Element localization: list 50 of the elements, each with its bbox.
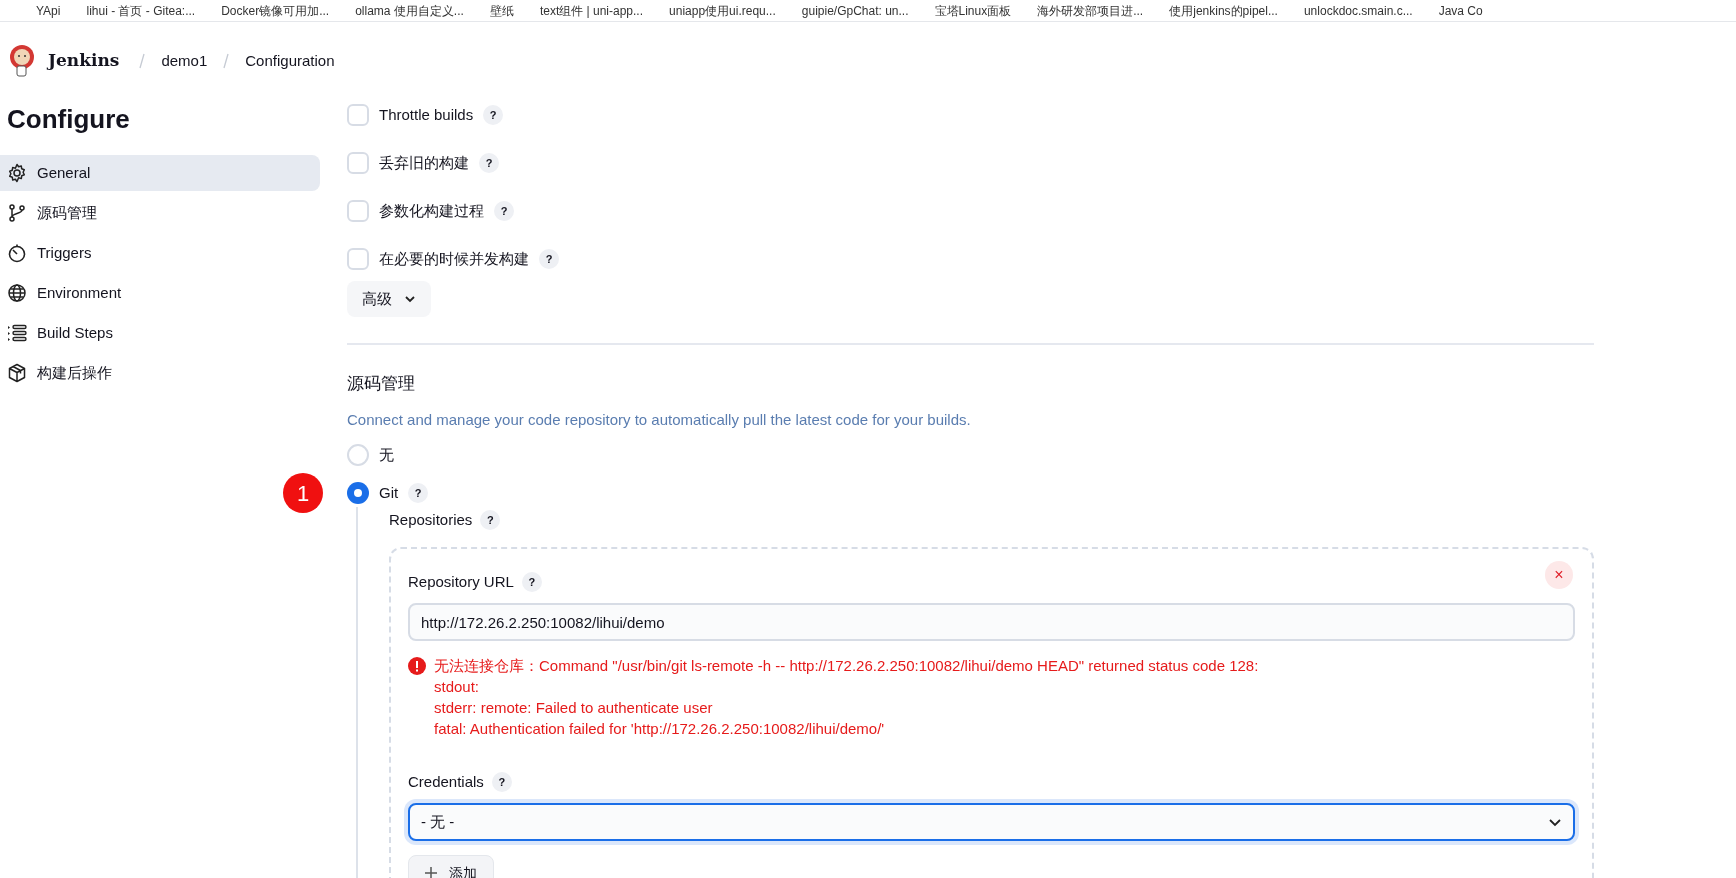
help-button[interactable]: ? xyxy=(408,483,429,503)
bookmark-link[interactable]: lihui - 首页 - Gitea:... xyxy=(86,1,196,20)
advanced-button[interactable]: 高级 xyxy=(347,281,431,317)
breadcrumb-link[interactable]: Configuration xyxy=(245,49,335,73)
checkbox-label: 在必要的时候并发构建 xyxy=(379,248,529,269)
field-label: Repository URL xyxy=(408,571,514,592)
bookmark-link[interactable]: uniapp使用ui.requ... xyxy=(669,1,776,20)
help-button[interactable]: ? xyxy=(539,249,559,269)
bookmark-link[interactable]: 壁纸 xyxy=(489,1,514,20)
bookmark-link[interactable]: 宝塔Linux面板 xyxy=(934,1,1012,20)
bookmark-link[interactable]: YApi xyxy=(36,1,61,20)
section-description: Connect and manage your code repository to automatically pull the latest code for your builds. xyxy=(347,409,972,430)
bookmark-link[interactable]: 使用jenkins的pipel... xyxy=(1169,1,1278,20)
help-button[interactable]: ? xyxy=(483,105,504,125)
help-button[interactable]: ? xyxy=(480,510,501,530)
help-button[interactable]: ? xyxy=(521,572,542,592)
bookmark-link[interactable]: 海外研发部项目进... xyxy=(1037,1,1144,20)
sidebar-item[interactable]: Triggers xyxy=(0,235,320,271)
section-title: 源码管理 xyxy=(347,373,416,395)
error-message: 无法连接仓库：Command "/usr/bin/git ls-remote -h -- http://172.26.2.250:10082/lihui/demo HEAD" returned status code 128: xyxy=(434,656,1259,676)
checkbox-label: 丢弃旧的构建 xyxy=(379,152,469,173)
step-marker: 1 xyxy=(283,473,323,513)
bookmark-link[interactable]: Java Co xyxy=(1438,1,1483,20)
bookmark-link[interactable]: ollama 使用自定义... xyxy=(355,1,464,20)
radio-label: Git xyxy=(379,482,399,503)
sidebar-item[interactable]: 构建后操作 xyxy=(0,355,320,391)
brand-link[interactable]: Jenkins xyxy=(48,48,120,74)
sidebar-item[interactable]: Build Steps xyxy=(0,315,320,351)
bookmark-link[interactable]: unlockdoc.smain.c... xyxy=(1303,1,1413,20)
error-message: fatal: Authentication failed for 'http://172.26.2.250:10082/lihui/demo/' xyxy=(434,719,886,739)
field-label: Repositories xyxy=(389,509,473,530)
close-button[interactable]: × xyxy=(1545,561,1573,589)
checkbox-label: Throttle builds xyxy=(379,104,474,125)
bookmark-link[interactable]: text组件 | uni-app... xyxy=(539,1,644,20)
breadcrumb-link[interactable]: demo1 xyxy=(161,49,208,73)
bookmark-link[interactable]: guipie/GpChat: un... xyxy=(801,1,909,20)
checkbox-label: 参数化构建过程 xyxy=(379,200,484,221)
bookmark-link[interactable]: Docker镜像可用加... xyxy=(221,1,330,20)
error-message: stdout: xyxy=(434,677,481,697)
radio-label: 无 xyxy=(379,444,394,465)
field-label: Credentials xyxy=(408,771,484,792)
sidebar-item[interactable]: General xyxy=(0,155,320,191)
help-button[interactable]: ? xyxy=(491,772,512,792)
error-message: stderr: remote: Failed to authenticate user xyxy=(434,698,714,718)
repository-url-input[interactable]: http://172.26.2.250:10082/lihui/demo xyxy=(408,603,1575,641)
page-title: Configure xyxy=(6,103,131,136)
help-button[interactable]: ? xyxy=(479,153,499,173)
sidebar-item[interactable]: 源码管理 xyxy=(0,195,320,231)
sidebar-item[interactable]: Environment xyxy=(0,275,320,311)
help-button[interactable]: ? xyxy=(494,201,514,221)
